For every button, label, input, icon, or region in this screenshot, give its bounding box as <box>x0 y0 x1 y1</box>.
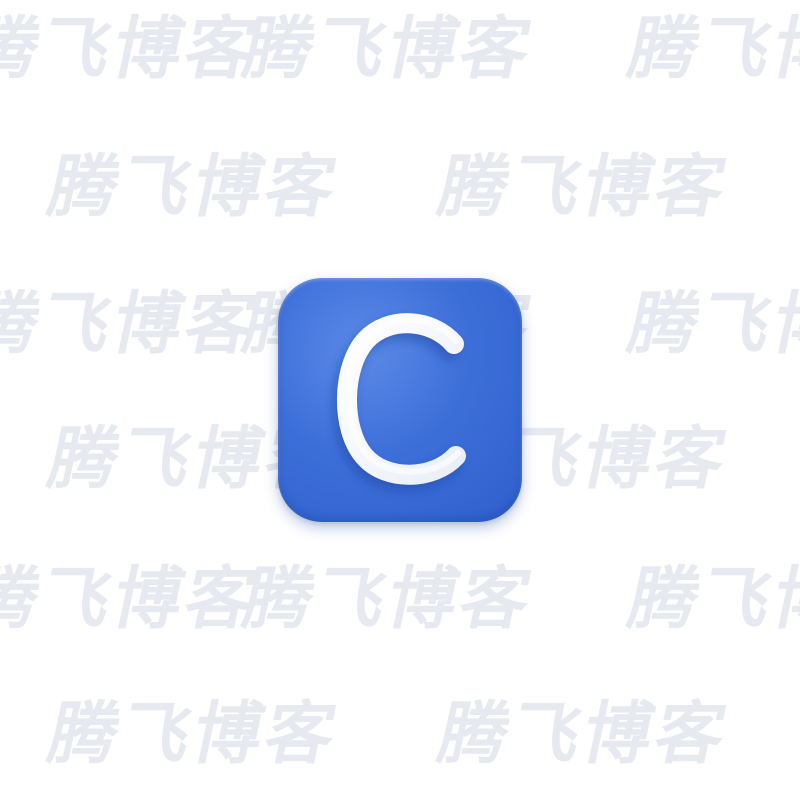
canvas: 腾飞博客 腾飞博客 腾飞博客 腾飞博客 腾飞博客 腾飞博客 腾飞博客 腾飞博客 … <box>0 0 800 800</box>
watermark-text: 腾飞博客 <box>621 10 800 89</box>
watermark-text: 腾飞博客 <box>41 148 347 227</box>
watermark-text: 腾飞博客 <box>41 695 347 774</box>
watermark-text: 腾飞博客 <box>621 560 800 639</box>
watermark-text: 腾飞博客 <box>0 10 267 89</box>
app-icon[interactable] <box>278 278 522 522</box>
watermark-text: 腾飞博客 <box>0 560 267 639</box>
watermark-text: 腾飞博客 <box>236 560 542 639</box>
watermark-text: 腾飞博客 <box>236 10 542 89</box>
watermark-text: 腾飞博客 <box>431 695 737 774</box>
watermark-text: 腾飞博客 <box>431 148 737 227</box>
watermark-text: 腾飞博客 <box>0 285 267 364</box>
watermark-text: 腾飞博客 <box>621 285 800 364</box>
letter-c-icon <box>337 313 466 485</box>
